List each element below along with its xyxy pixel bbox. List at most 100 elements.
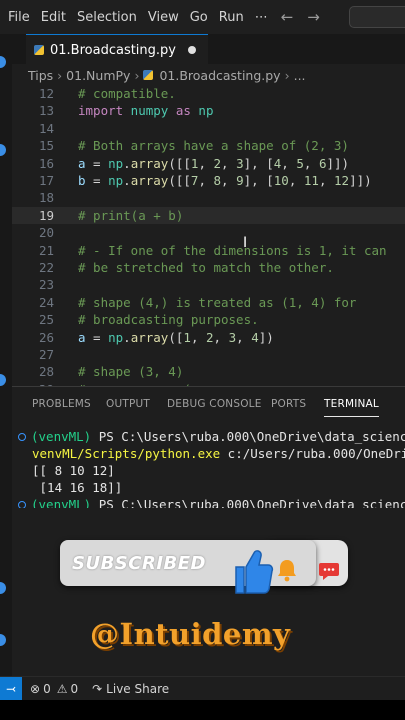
code-token: array	[130, 155, 169, 171]
menu-bar: File Edit Selection View Go Run ⋯ ← →	[0, 0, 405, 34]
tab-filename: 01.Broadcasting.py	[50, 42, 176, 58]
breadcrumb-item[interactable]: Tips	[28, 68, 53, 83]
code-token: 12	[334, 173, 350, 188]
code-line[interactable]: 28 # shape (3, 4)	[12, 363, 405, 380]
text-cursor-icon: I	[243, 235, 248, 251]
code-line[interactable]: 19 # print(a + b)	[12, 206, 405, 224]
code-token: 3	[236, 155, 244, 171]
breadcrumb: Tips › 01.NumPy › 01.Broadcasting.py › .…	[28, 66, 306, 84]
command-status-icon[interactable]	[18, 501, 26, 508]
code-line[interactable]: 23	[12, 276, 405, 293]
arrow-left-icon[interactable]: ←	[281, 8, 294, 26]
code-line[interactable]: 13 import numpy as np	[12, 102, 405, 119]
code-token: ,	[198, 155, 214, 171]
bell-icon	[278, 560, 296, 582]
menu-selection[interactable]: Selection	[77, 10, 137, 25]
menu-edit[interactable]: Edit	[41, 10, 66, 25]
code-line[interactable]: 22 # be stretched to match the other.	[12, 259, 405, 276]
code-token: # print(a + b)	[78, 207, 184, 223]
line-number: 19	[38, 207, 54, 223]
code-text: # compatible.	[78, 85, 176, 102]
tab-ports[interactable]: PORTS	[271, 398, 306, 410]
live-share-icon[interactable]: ↷	[92, 682, 102, 696]
command-status-icon[interactable]	[18, 433, 26, 441]
terminal-text: c:/Users/ruba.000/OneDrive/d	[227, 446, 405, 461]
terminal-text: [14 16 18]]	[32, 480, 123, 495]
code-token: a	[78, 329, 86, 345]
code-token: 5	[296, 155, 304, 171]
code-text: # shape (4,) is treated as (1, 4) for	[78, 294, 356, 311]
code-line[interactable]: 20	[12, 224, 405, 241]
code-line[interactable]: 14	[12, 120, 405, 137]
status-bar: ⤙ ⊗ 0 ⚠ 0 ↷ Live Share	[0, 676, 405, 701]
terminal-text: PS C:\Users\ruba.000\OneDrive\data_scien…	[98, 497, 405, 508]
subscribe-label: SUBSCRIBED	[72, 552, 206, 574]
activity-bar	[0, 34, 12, 676]
editor-tab-bar: 01.Broadcasting.py	[12, 34, 405, 65]
code-line[interactable]: 24 # shape (4,) is treated as (1, 4) for	[12, 294, 405, 311]
menu-view[interactable]: View	[148, 10, 179, 25]
code-token: np	[108, 329, 124, 345]
code-line[interactable]: 21 # - If one of the dimensions is 1, it …	[12, 242, 405, 259]
chevron-right-icon: ›	[284, 67, 290, 83]
tab-broadcasting-py[interactable]: 01.Broadcasting.py	[26, 34, 208, 65]
panel-tab-bar: PROBLEMS OUTPUT DEBUG CONSOLE PORTS TERM…	[12, 387, 405, 421]
code-token: ])	[258, 329, 274, 345]
code-token: # compatible.	[78, 86, 176, 101]
warning-icon[interactable]: ⚠	[57, 682, 68, 696]
code-line[interactable]: 15 # Both arrays have a shape of (2, 3)	[12, 137, 405, 154]
tab-problems[interactable]: PROBLEMS	[32, 398, 91, 410]
code-line[interactable]: 18	[12, 189, 405, 206]
code-token: .	[123, 155, 131, 171]
menu-more[interactable]: ⋯	[255, 10, 268, 25]
error-count[interactable]: 0	[43, 682, 51, 696]
code-token: ], [	[243, 173, 274, 188]
code-line[interactable]: 26 a = np.array([1, 2, 3, 4])	[12, 329, 405, 346]
terminal-text: [[ 8 10 12]	[32, 463, 115, 478]
activity-indicator	[0, 582, 6, 594]
tab-terminal[interactable]: TERMINAL	[324, 398, 379, 417]
unsaved-dot-icon[interactable]	[188, 46, 196, 54]
code-token: array	[130, 329, 169, 345]
line-number: 22	[38, 260, 54, 275]
code-text: b = np.array([[7, 8, 9], [10, 11, 12]])	[78, 172, 372, 189]
code-token: numpy	[123, 103, 176, 119]
code-line[interactable]: 27	[12, 346, 405, 363]
remote-indicator-icon[interactable]: ⤙	[0, 677, 22, 701]
code-line[interactable]: 25 # broadcasting purposes.	[12, 311, 405, 328]
menu-run[interactable]: Run	[219, 10, 244, 25]
terminal-text: PS C:\Users\ruba.000\OneDrive\data_scien…	[98, 429, 405, 444]
code-token: ,	[236, 329, 252, 345]
code-token: ,	[318, 173, 334, 188]
warning-count[interactable]: 0	[70, 682, 78, 696]
terminal-output[interactable]: (venvML) PS C:\Users\ruba.000\OneDrive\d…	[12, 428, 405, 508]
line-number: 28	[38, 364, 54, 380]
code-text: # print(a + b)	[78, 207, 183, 224]
breadcrumb-item[interactable]: 01.Broadcasting.py	[159, 68, 280, 83]
line-number: 24	[38, 294, 54, 310]
code-text: # shape (3, 4)	[78, 363, 183, 380]
menu-go[interactable]: Go	[190, 10, 208, 25]
code-token: b	[78, 173, 86, 188]
code-editor[interactable]: 12 # compatible. 13 import numpy as np 14 15 #…	[12, 84, 405, 386]
breadcrumb-item[interactable]: ...	[294, 68, 306, 83]
error-icon[interactable]: ⊗	[30, 682, 40, 696]
code-line[interactable]: 16 a = np.array([[1, 2, 3], [4, 5, 6]])	[12, 155, 405, 172]
menu-file[interactable]: File	[8, 10, 30, 25]
code-text: a = np.array([[1, 2, 3], [4, 5, 6]])	[78, 155, 349, 172]
live-share-label[interactable]: Live Share	[106, 682, 169, 696]
code-line[interactable]: 17 b = np.array([[7, 8, 9], [10, 11, 12]]…	[12, 172, 405, 189]
channel-handle: @Intuidemy	[90, 617, 291, 651]
line-number: 14	[38, 120, 54, 136]
tab-output[interactable]: OUTPUT	[106, 398, 150, 410]
code-token: ([[	[168, 155, 191, 171]
command-center-search[interactable]	[349, 6, 405, 28]
code-line[interactable]: 12 # compatible.	[12, 85, 405, 102]
arrow-right-icon[interactable]: →	[307, 8, 320, 26]
code-token: # broadcasting purposes.	[78, 312, 259, 328]
code-token: ]])	[326, 155, 350, 171]
tab-debug-console[interactable]: DEBUG CONSOLE	[167, 398, 262, 410]
code-token: ,	[303, 155, 319, 171]
breadcrumb-item[interactable]: 01.NumPy	[66, 68, 130, 83]
python-file-icon	[143, 70, 154, 80]
